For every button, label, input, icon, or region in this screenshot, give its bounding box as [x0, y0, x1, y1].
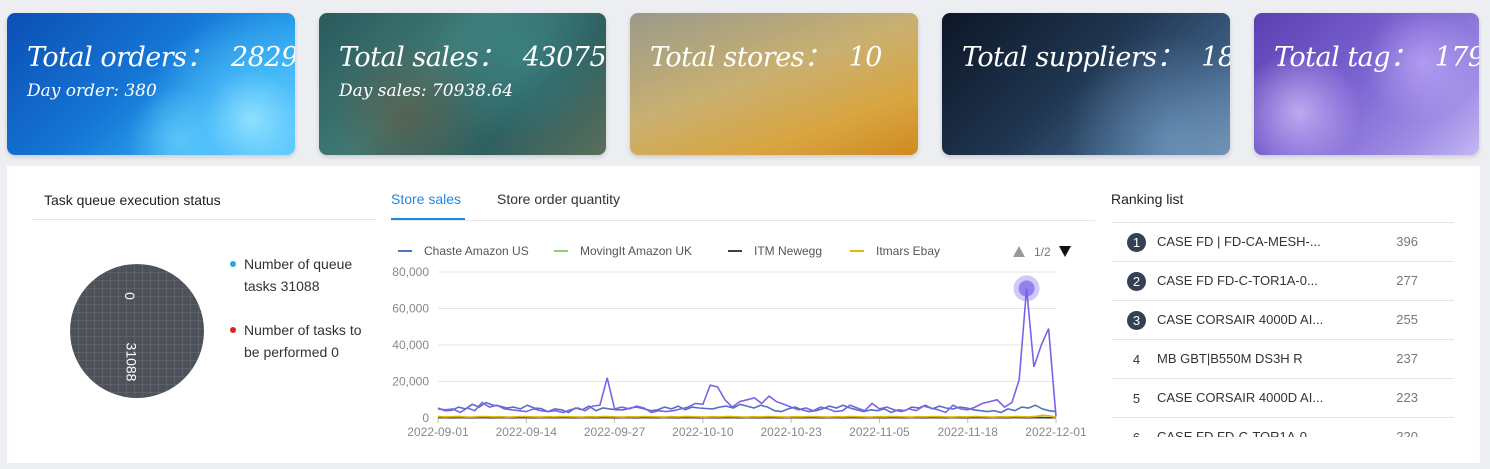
ranking-item[interactable]: 6 CASE FD FD-C-TOR1A-0... 220 [1111, 418, 1454, 437]
total-sales-title: Total sales：4307561 [339, 35, 606, 74]
y-tick-label: 20,000 [392, 375, 429, 389]
total-orders-title: Total orders：28297 [27, 35, 295, 74]
rank-item-name: MB GBT|B550M DS3H R [1157, 351, 1303, 366]
x-tick-label: 2022-10-10 [672, 425, 734, 439]
y-tick-label: 80,000 [392, 265, 429, 279]
tab-store-order-quantity[interactable]: Store order quantity [497, 191, 620, 207]
total-sales-value: 4307561 [522, 42, 606, 73]
y-tick-label: 60,000 [392, 302, 429, 316]
legend-next-icon [1059, 246, 1071, 257]
pie-label-queue: 31088 [123, 342, 140, 382]
store-sales-chart[interactable]: 80,000 60,000 40,000 20,000 02022-09-01 2022-… [380, 236, 1100, 441]
rank-item-value: 255 [1396, 312, 1418, 327]
rank-number: 5 [1132, 391, 1141, 406]
ranking-item[interactable]: 1 CASE FD | FD-CA-MESH-... 396 [1111, 223, 1454, 262]
rank-item-value: 237 [1396, 351, 1418, 366]
x-tick-label: 2022-09-27 [584, 425, 646, 439]
tab-store-sales[interactable]: Store sales [391, 191, 461, 207]
total-stores-card: Total stores： 10 [630, 13, 918, 155]
x-tick-label: 2022-10-23 [760, 425, 822, 439]
rank-item-name: CASE FD FD-C-TOR1A-0... [1157, 273, 1318, 288]
rank-number: 3 [1127, 311, 1146, 330]
total-orders-card: Total orders：28297 Day order: 380 [7, 13, 295, 155]
total-orders-value: 28297 [231, 42, 295, 73]
rank-item-name: CASE CORSAIR 4000D AI... [1157, 390, 1324, 405]
divider [391, 220, 1095, 221]
divider [32, 219, 376, 220]
ranking-item[interactable]: 2 CASE FD FD-C-TOR1A-0... 277 [1111, 262, 1454, 301]
rank-item-name: CASE CORSAIR 4000D AI... [1157, 312, 1324, 327]
total-tag-card: Total tag：179 [1254, 13, 1479, 155]
total-stores-value: 10 [848, 42, 883, 73]
total-suppliers-card: Total suppliers：18 [942, 13, 1230, 155]
pie-label-pending: 0 [121, 292, 138, 300]
blue-dot-icon [230, 261, 236, 267]
x-tick-label: 2022-09-14 [496, 425, 558, 439]
legend-label: Chaste Amazon US [424, 244, 529, 258]
y-tick-label: 40,000 [392, 338, 429, 352]
total-suppliers-value: 18 [1201, 42, 1230, 73]
x-tick-label: 2022-11-05 [849, 425, 910, 439]
peak-point [1018, 280, 1035, 297]
rank-item-name: CASE FD FD-C-TOR1A-0... [1157, 429, 1318, 437]
rank-item-value: 220 [1396, 429, 1418, 437]
total-sales-card: Total sales：4307561 Day sales: 70938.64 [319, 13, 606, 155]
task-queue-title: Task queue execution status [44, 192, 221, 208]
legend-label: MovingIt Amazon UK [580, 244, 692, 258]
x-tick-label: 2022-09-01 [407, 425, 469, 439]
red-dot-icon [230, 327, 236, 333]
day-sales: Day sales: 70938.64 [339, 81, 514, 101]
x-tick-label: 2022-11-18 [937, 425, 998, 439]
rank-item-value: 396 [1396, 234, 1418, 249]
total-tag-value: 179 [1434, 42, 1479, 73]
total-stores-title: Total stores： 10 [650, 42, 883, 73]
rank-number: 4 [1132, 352, 1141, 367]
series-line [437, 414, 1057, 419]
ranking-list[interactable]: 1 CASE FD | FD-CA-MESH-... 396 2 CASE FD FD-… [1111, 223, 1454, 437]
ranking-item[interactable]: 4 MB GBT|B550M DS3H R 237 [1111, 340, 1454, 379]
day-order: Day order: 380 [27, 81, 157, 101]
rank-number: 2 [1127, 272, 1146, 291]
ranking-title: Ranking list [1111, 191, 1184, 207]
ranking-item[interactable]: 5 CASE CORSAIR 4000D AI... 223 [1111, 379, 1454, 418]
rank-number: 6 [1127, 428, 1146, 437]
series-line [437, 288, 1057, 417]
legend-page: 1/2 [1034, 245, 1051, 259]
rank-item-value: 277 [1396, 273, 1418, 288]
total-tag-title: Total tag：179 [1274, 35, 1479, 74]
series-line [437, 401, 1057, 414]
legend-label: ITM Newegg [754, 244, 822, 258]
legend-tasks-to-perform[interactable]: Number of tasks to be performed 0 [230, 319, 370, 363]
rank-item-value: 223 [1396, 390, 1418, 405]
total-suppliers-title: Total suppliers：18 [962, 35, 1230, 74]
legend-label: Itmars Ebay [876, 244, 940, 258]
y-tick-label: 0 [422, 411, 429, 425]
legend-queue-tasks[interactable]: Number of queue tasks 31088 [230, 253, 370, 297]
x-tick-label: 2022-12-01 [1025, 425, 1087, 439]
rank-item-name: CASE FD | FD-CA-MESH-... [1157, 234, 1321, 249]
legend-prev-icon [1013, 246, 1025, 257]
ranking-item[interactable]: 3 CASE CORSAIR 4000D AI... 255 [1111, 301, 1454, 340]
rank-number: 1 [1127, 233, 1146, 252]
